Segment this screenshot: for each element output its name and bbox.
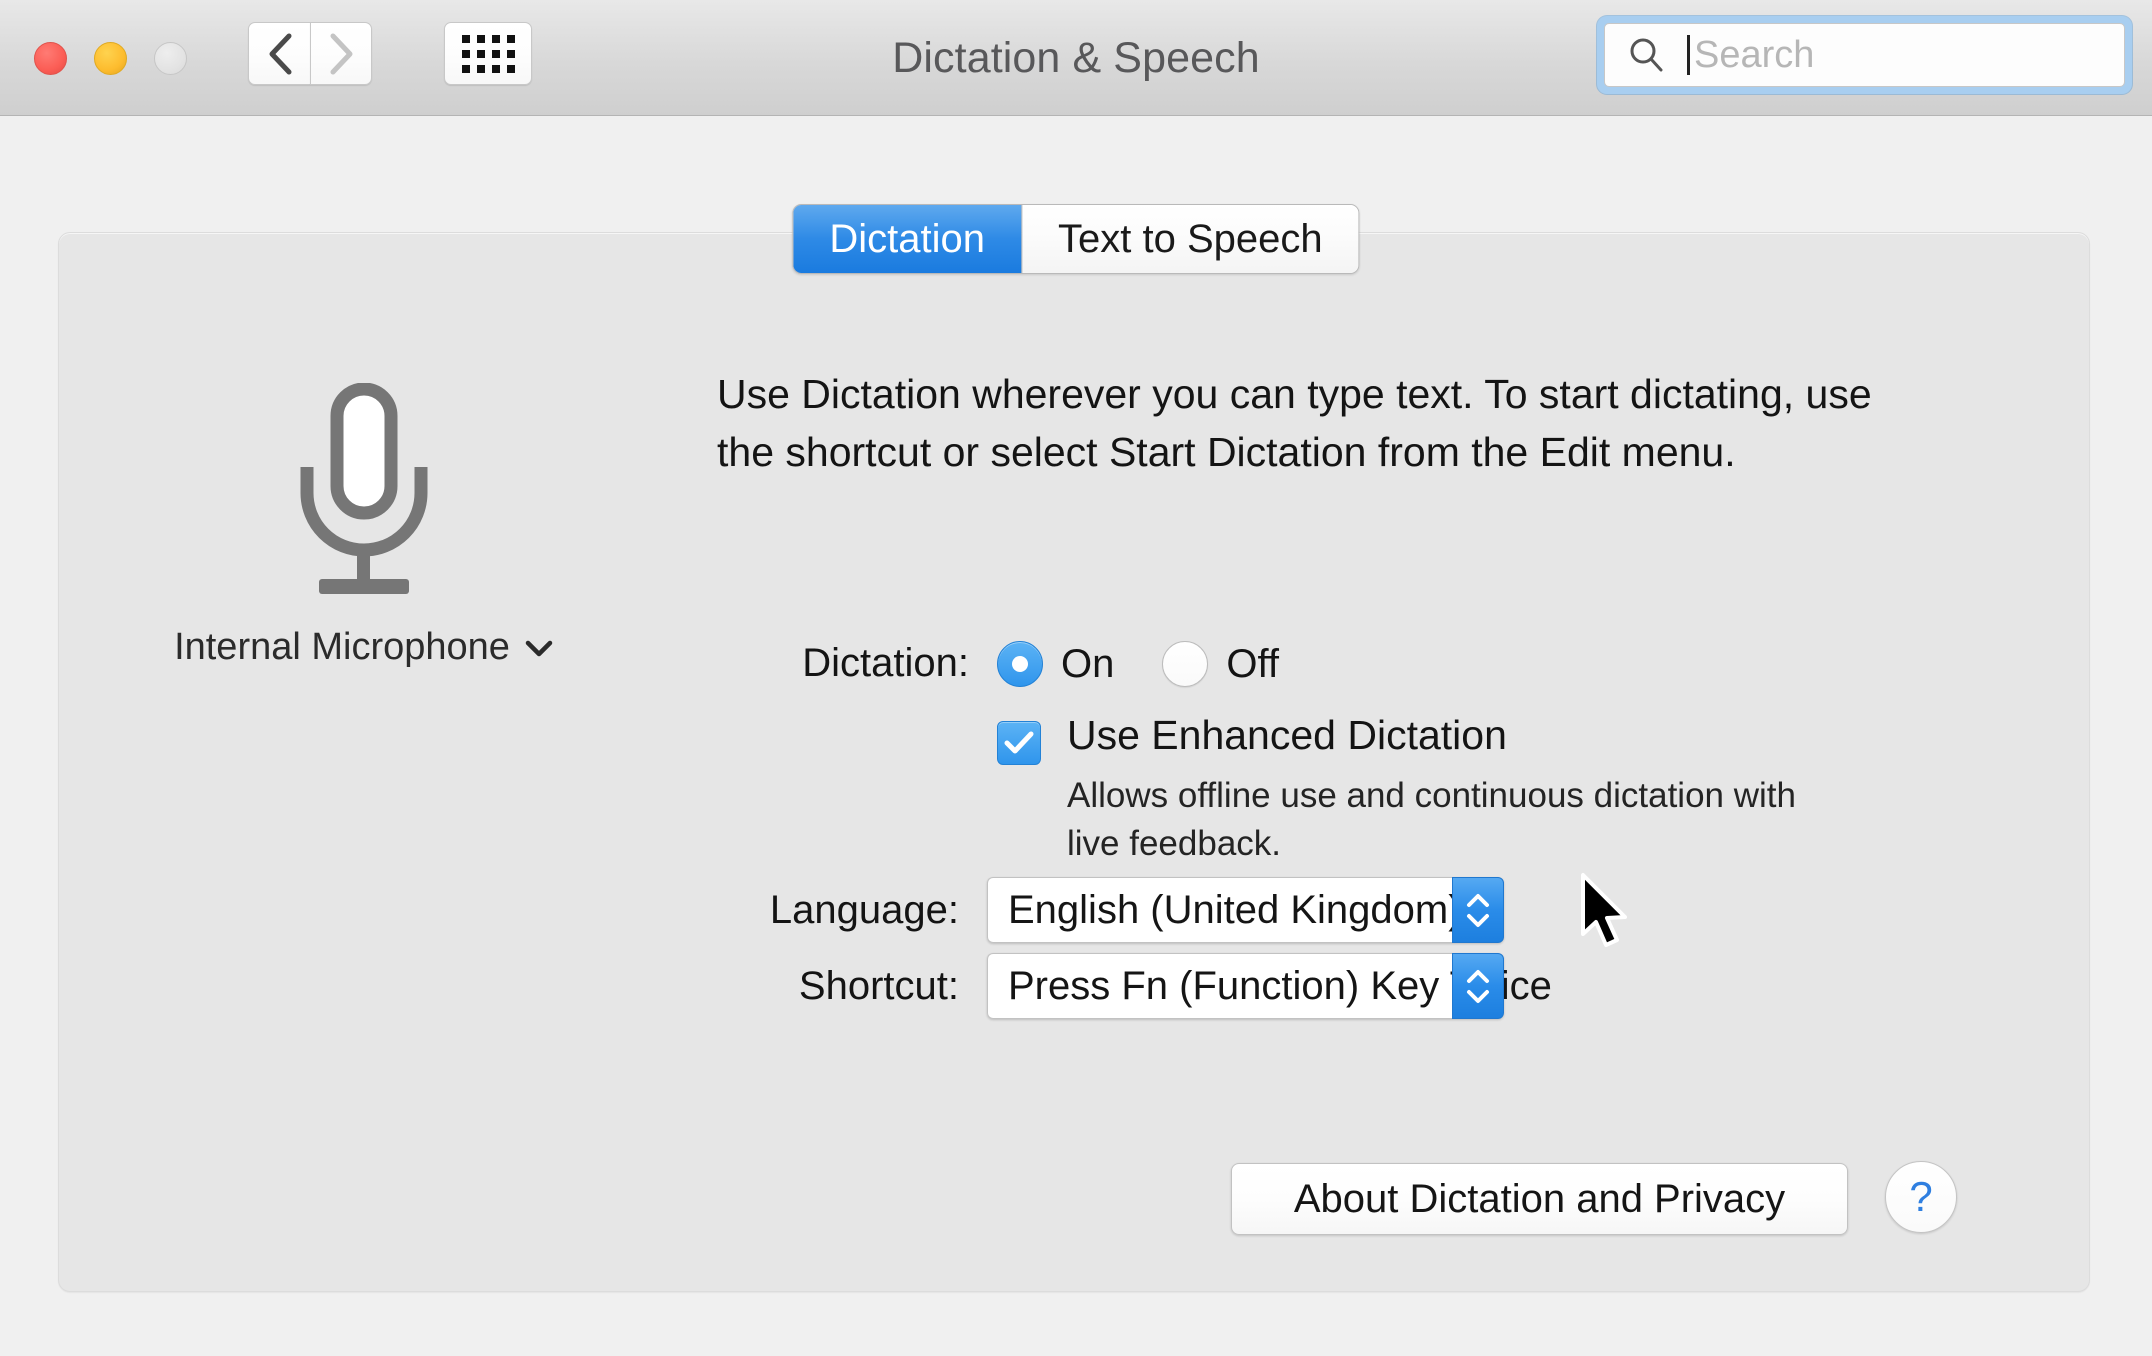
- tab-bar: Dictation Text to Speech: [792, 204, 1360, 274]
- shortcut-stepper[interactable]: [1452, 953, 1504, 1019]
- shortcut-value: Press Fn (Function) Key Twice: [987, 953, 1552, 1019]
- zoom-button[interactable]: [154, 42, 187, 75]
- chevron-left-icon: [269, 33, 291, 74]
- back-button[interactable]: [248, 22, 310, 85]
- chevron-down-icon: [1467, 913, 1489, 927]
- language-value: English (United Kingdom): [987, 877, 1462, 943]
- minimize-button[interactable]: [94, 42, 127, 75]
- enhanced-dictation-checkbox[interactable]: [997, 721, 1041, 765]
- shortcut-row: Shortcut: Press Fn (Function) Key Twice: [59, 953, 1552, 1019]
- grid-icon: [461, 34, 515, 73]
- chevron-right-icon: [330, 33, 353, 74]
- chevron-down-icon: [1467, 989, 1489, 1003]
- search-input[interactable]: Search: [1604, 23, 2125, 87]
- forward-button[interactable]: [310, 22, 372, 85]
- language-popup-button[interactable]: English (United Kingdom): [987, 877, 1504, 943]
- radio-on-label: On: [1061, 641, 1115, 686]
- enhanced-dictation-label: Use Enhanced Dictation: [1067, 712, 1507, 758]
- dictation-label: Dictation:: [802, 641, 969, 685]
- navigation-buttons: [248, 22, 372, 85]
- radio-dictation-off[interactable]: [1162, 641, 1209, 687]
- search-field-focus-ring: Search: [1597, 16, 2132, 94]
- window-controls: [34, 42, 187, 75]
- dictation-description: Use Dictation wherever you can type text…: [717, 371, 1872, 476]
- language-label: Language:: [769, 887, 959, 932]
- checkmark-icon: [1004, 731, 1034, 754]
- radio-off-label: Off: [1226, 641, 1279, 686]
- tab-dictation[interactable]: Dictation: [793, 205, 1022, 273]
- chevron-up-icon: [1467, 893, 1489, 907]
- search-placeholder: Search: [1694, 33, 1815, 76]
- microphone-source-selector[interactable]: Internal Microphone: [154, 383, 574, 669]
- about-dictation-and-privacy-button[interactable]: About Dictation and Privacy: [1231, 1163, 1848, 1235]
- dictation-radio-group: On Off: [997, 641, 1309, 687]
- help-button[interactable]: ?: [1885, 1161, 1957, 1233]
- settings-panel: Internal Microphone Use Dictation wherev…: [58, 232, 2090, 1292]
- tab-text-to-speech[interactable]: Text to Speech: [1021, 205, 1359, 273]
- enhanced-dictation-row: Use Enhanced Dictation Allows offline us…: [59, 715, 1807, 869]
- enhanced-dictation-sublabel: Allows offline use and continuous dictat…: [1067, 776, 1796, 864]
- close-button[interactable]: [34, 42, 67, 75]
- language-row: Language: English (United Kingdom): [59, 877, 1504, 943]
- preference-pane-content: Dictation Text to Speech Internal Microp…: [0, 116, 2152, 1356]
- title-bar: Dictation & Speech Search: [0, 0, 2152, 116]
- search-icon: [1630, 38, 1663, 72]
- language-stepper[interactable]: [1452, 877, 1504, 943]
- system-preferences-window: Dictation & Speech Search Dictation Text…: [0, 0, 2152, 1356]
- chevron-up-icon: [1467, 969, 1489, 983]
- microphone-icon: [300, 383, 428, 594]
- enhanced-dictation-texts: Use Enhanced Dictation Allows offline us…: [1067, 715, 1807, 869]
- dictation-toggle-row: Dictation: On Off: [59, 641, 2089, 687]
- text-caret: [1687, 35, 1690, 75]
- show-all-button[interactable]: [444, 22, 532, 85]
- shortcut-popup-button[interactable]: Press Fn (Function) Key Twice: [987, 953, 1552, 1019]
- radio-dictation-on[interactable]: [997, 641, 1043, 687]
- shortcut-label: Shortcut:: [798, 963, 959, 1008]
